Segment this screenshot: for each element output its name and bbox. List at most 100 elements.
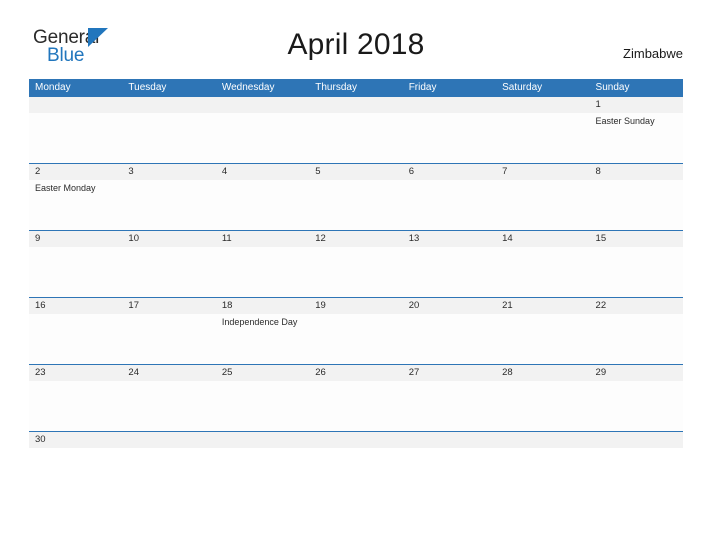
day-event (309, 314, 402, 364)
day-number[interactable] (496, 432, 589, 448)
weekday-header-thursday: Thursday (315, 82, 357, 93)
week-event-body: Independence Day (29, 314, 683, 364)
week-event-body: Easter Sunday (29, 113, 683, 163)
week-row: 30 (29, 431, 683, 498)
week-event-body (29, 247, 683, 297)
day-event (309, 180, 402, 230)
week-day-number-bar: 2 3 4 5 6 7 8 (29, 164, 683, 180)
day-number[interactable]: 30 (29, 432, 122, 448)
week-row: 16 17 18 19 20 21 22 Independence Day (29, 297, 683, 364)
day-number[interactable]: 18 (216, 298, 309, 314)
page-header: General Blue April 2018 Zimbabwe (0, 0, 712, 78)
day-number[interactable]: 12 (309, 231, 402, 247)
day-number[interactable]: 11 (216, 231, 309, 247)
day-event (403, 247, 496, 297)
weekday-header-friday: Friday (408, 82, 437, 93)
day-number[interactable]: 27 (403, 365, 496, 381)
day-number[interactable] (309, 97, 402, 113)
day-number[interactable]: 23 (29, 365, 122, 381)
day-number[interactable]: 13 (403, 231, 496, 247)
day-number[interactable] (309, 432, 402, 448)
week-event-body: Easter Monday (29, 180, 683, 230)
page-title: April 2018 (287, 28, 425, 61)
day-number[interactable]: 14 (496, 231, 589, 247)
week-day-number-bar: 30 (29, 432, 683, 448)
day-number[interactable]: 8 (590, 164, 683, 180)
week-day-number-bar: 23 24 25 26 27 28 29 (29, 365, 683, 381)
week-row: 1 Easter Sunday (29, 96, 683, 163)
day-event: Independence Day (221, 317, 298, 327)
day-number[interactable] (216, 432, 309, 448)
day-number[interactable]: 10 (122, 231, 215, 247)
day-number[interactable]: 9 (29, 231, 122, 247)
day-number[interactable]: 21 (496, 298, 589, 314)
day-event (590, 314, 683, 364)
day-number[interactable] (29, 97, 122, 113)
weekday-header-monday: Monday (35, 82, 71, 93)
day-event (29, 113, 122, 163)
day-number[interactable]: 26 (309, 365, 402, 381)
day-number[interactable]: 4 (216, 164, 309, 180)
country-label: Zimbabwe (623, 46, 683, 61)
day-event (122, 381, 215, 431)
weekday-header-sunday: Sunday (595, 82, 630, 93)
day-number[interactable]: 29 (590, 365, 683, 381)
day-number[interactable]: 20 (403, 298, 496, 314)
day-number[interactable] (496, 97, 589, 113)
day-number[interactable] (216, 97, 309, 113)
day-number[interactable] (122, 432, 215, 448)
day-event (122, 314, 215, 364)
day-number[interactable]: 19 (309, 298, 402, 314)
day-event (496, 247, 589, 297)
day-number[interactable]: 22 (590, 298, 683, 314)
week-event-body (29, 381, 683, 431)
calendar-page: General Blue April 2018 Zimbabwe Monday … (0, 0, 712, 550)
day-event (122, 247, 215, 297)
day-number[interactable]: 5 (309, 164, 402, 180)
day-number[interactable]: 25 (216, 365, 309, 381)
week-row: 23 24 25 26 27 28 29 (29, 364, 683, 431)
day-event (122, 113, 215, 163)
day-event (403, 113, 496, 163)
week-row: 2 3 4 5 6 7 8 Easter Monday (29, 163, 683, 230)
day-number[interactable]: 15 (590, 231, 683, 247)
day-event (216, 113, 309, 163)
day-event (403, 381, 496, 431)
day-number[interactable]: 2 (29, 164, 122, 180)
day-number[interactable]: 1 (590, 97, 683, 113)
day-event (29, 314, 122, 364)
day-event: Easter Monday (35, 183, 96, 193)
day-event: Easter Sunday (595, 116, 655, 126)
day-event (496, 180, 589, 230)
weekday-header-wednesday: Wednesday (221, 82, 275, 93)
day-event (496, 113, 589, 163)
weekday-header-tuesday: Tuesday (128, 82, 167, 93)
week-day-number-bar: 9 10 11 12 13 14 15 (29, 231, 683, 247)
day-number[interactable]: 17 (122, 298, 215, 314)
day-number[interactable] (403, 432, 496, 448)
week-row: 9 10 11 12 13 14 15 (29, 230, 683, 297)
day-number[interactable]: 7 (496, 164, 589, 180)
day-number[interactable]: 6 (403, 164, 496, 180)
weekday-header-saturday: Saturday (502, 82, 543, 93)
day-event (216, 247, 309, 297)
day-number[interactable] (590, 432, 683, 448)
day-event (216, 381, 309, 431)
day-number[interactable] (122, 97, 215, 113)
day-event (403, 314, 496, 364)
week-day-number-bar: 1 (29, 97, 683, 113)
day-event (590, 180, 683, 230)
day-number[interactable]: 3 (122, 164, 215, 180)
day-event (29, 381, 122, 431)
week-day-number-bar: 16 17 18 19 20 21 22 (29, 298, 683, 314)
day-number[interactable]: 24 (122, 365, 215, 381)
day-event (216, 180, 309, 230)
day-number[interactable]: 28 (496, 365, 589, 381)
day-event (496, 381, 589, 431)
day-number[interactable]: 16 (29, 298, 122, 314)
day-event (122, 180, 215, 230)
day-event (309, 247, 402, 297)
day-event (403, 180, 496, 230)
day-number[interactable] (403, 97, 496, 113)
day-event (309, 113, 402, 163)
